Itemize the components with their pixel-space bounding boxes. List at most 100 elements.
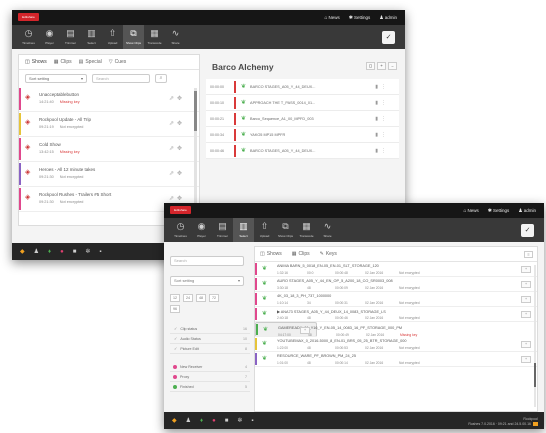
move-icon[interactable]: ✥ bbox=[177, 171, 185, 177]
tab-shows[interactable]: ◫ Shows bbox=[25, 59, 47, 65]
bin-clip-row[interactable]: 00:00:34 ❦ YAKO5 MP15 MPFR ▮⋮ bbox=[206, 127, 399, 143]
clip-row[interactable]: ❦ ANIMA BARN_5_0018_EN-05_EN-01_SLT_STORA… bbox=[255, 262, 537, 277]
top-link-news[interactable]: ⌂News bbox=[324, 15, 339, 21]
filter-item[interactable]: New Receiver 4 bbox=[170, 362, 250, 372]
toolbar-upload-button[interactable]: ⇧ Upload bbox=[102, 25, 123, 49]
toolbar-timelines-button[interactable]: ◷ Timelines bbox=[18, 25, 39, 49]
timeline-item[interactable]: ◈ Heroes - All 12 minute takes 09:21:30 Not… bbox=[19, 162, 199, 187]
search-icon[interactable]: ⌕ bbox=[155, 74, 167, 83]
clip-row[interactable]: ❦ RESOURCE_WARE_PF_BROWN_PM_24_25 1:01:00 4… bbox=[255, 352, 537, 367]
top-link-news[interactable]: ⌂News bbox=[463, 208, 478, 214]
share-icon[interactable]: ⇗ bbox=[169, 96, 177, 102]
add-clip-button[interactable]: + bbox=[521, 296, 531, 303]
move-icon[interactable]: ✥ bbox=[177, 96, 185, 102]
folder-icon[interactable]: ◆ bbox=[20, 249, 25, 255]
clip-row[interactable]: ❦ GAMEREADY_01_Y16_Y_EN-05_14_0083_16_PF_… bbox=[255, 322, 417, 337]
top-link-settings[interactable]: ✱Settings bbox=[349, 15, 370, 21]
page-size-chip[interactable]: 72 bbox=[209, 294, 219, 302]
tab-shows[interactable]: ◫ Shows bbox=[260, 251, 282, 257]
toolbar-upload-button[interactable]: ⇧ Upload bbox=[254, 218, 275, 242]
toolbar-trimmer-button[interactable]: ▤ Trimmer bbox=[60, 25, 81, 49]
tab-special[interactable]: ▤ Special bbox=[79, 59, 102, 65]
bin-action-button[interactable]: ◻ bbox=[366, 62, 375, 70]
toolbar-share-button[interactable]: ∿ Share bbox=[317, 218, 338, 242]
page-size-chip[interactable]: 48 bbox=[196, 294, 206, 302]
list-view-icon[interactable]: ≡ bbox=[524, 251, 533, 258]
share-icon[interactable]: ⇗ bbox=[169, 171, 177, 177]
sort-select[interactable]: Sort setting ▾ bbox=[170, 276, 244, 286]
square-icon[interactable]: ■ bbox=[225, 418, 229, 424]
search-input[interactable]: Search bbox=[92, 74, 150, 83]
add-clip-button[interactable]: + bbox=[521, 281, 531, 288]
search-input[interactable]: Search bbox=[170, 256, 244, 266]
add-clip-button[interactable]: + bbox=[521, 341, 531, 348]
more-icon[interactable]: ⋮ bbox=[381, 148, 389, 154]
brand-logo[interactable]: Editshare bbox=[18, 13, 39, 21]
add-clip-button[interactable]: + bbox=[521, 311, 531, 318]
move-icon[interactable]: ✥ bbox=[177, 121, 185, 127]
top-link-settings[interactable]: ✱Settings bbox=[488, 208, 509, 214]
marker-icon[interactable]: ♦ bbox=[48, 249, 51, 255]
tab-clips[interactable]: ▦ Clips bbox=[292, 251, 310, 257]
page-size-chip[interactable]: 96 bbox=[170, 305, 180, 313]
record-icon[interactable]: ● bbox=[60, 249, 64, 255]
timeline-item[interactable]: ◈ Unacceptablebutton 14:21:40 Missing key ⇗✥ bbox=[19, 87, 199, 112]
bin-clip-row[interactable]: 00:00:00 ❦ BARCO STAGES_A05_Y_44_DEUX... ▮⋮ bbox=[206, 79, 399, 95]
scrollbar-thumb[interactable] bbox=[194, 91, 197, 131]
gear-icon[interactable]: ✲ bbox=[85, 249, 90, 255]
toolbar-show-clips-button[interactable]: ⧉ Show Clips bbox=[123, 25, 144, 49]
filter-item[interactable]: ✓ Clip status 16 bbox=[170, 324, 250, 334]
grid-icon[interactable]: ▪ bbox=[251, 418, 253, 424]
top-link-admin[interactable]: ♟admin bbox=[518, 208, 536, 214]
bin-action-button[interactable]: – bbox=[388, 62, 397, 70]
filter-item[interactable]: ✓ Audio Status 10 bbox=[170, 334, 250, 344]
tab-clips[interactable]: ▦ Clips bbox=[54, 59, 72, 65]
move-icon[interactable]: ✥ bbox=[177, 196, 185, 202]
filter-item[interactable]: ✓ Picture Edit 8 bbox=[170, 344, 250, 354]
grid-icon[interactable]: ▪ bbox=[99, 249, 101, 255]
wrench-icon[interactable]: ✓ bbox=[382, 31, 395, 44]
move-icon[interactable]: ✥ bbox=[177, 146, 185, 152]
bin-clip-row[interactable]: 00:00:21 ❦ Barco_Sequence_A1_00_MPFD_003 ▮⋮ bbox=[206, 111, 399, 127]
scrollbar[interactable] bbox=[534, 265, 536, 407]
toolbar-select-button[interactable]: ▥ Select bbox=[81, 25, 102, 49]
bin-clip-row[interactable]: 00:00:10 ❦ APPROACH THE T_PASS_0014_01... ▮… bbox=[206, 95, 399, 111]
page-size-chip[interactable]: 24 bbox=[183, 294, 193, 302]
tab-cues[interactable]: ▽ Cues bbox=[109, 59, 127, 65]
gear-icon[interactable]: ✲ bbox=[237, 418, 242, 424]
clip-row[interactable]: ❦ 4K_03_18_3_PH_737_1000000 1:10:14 34 00:00… bbox=[255, 292, 537, 307]
clip-row[interactable]: ❦ YOUTUBEMAX_0_2016-5000_8_EN-01_BRS_05_2… bbox=[255, 337, 537, 352]
toolbar-timelines-button[interactable]: ◷ Timelines bbox=[170, 218, 191, 242]
add-clip-button[interactable]: + bbox=[521, 356, 531, 363]
tab-keys[interactable]: ✎ Keys bbox=[320, 251, 337, 257]
marker-icon[interactable]: ♦ bbox=[200, 418, 203, 424]
share-icon[interactable]: ⇗ bbox=[169, 196, 177, 202]
person-icon[interactable]: ♟ bbox=[186, 418, 191, 424]
add-clip-button[interactable]: + bbox=[521, 266, 531, 273]
filter-item[interactable]: Finished 5 bbox=[170, 382, 250, 392]
toolbar-player-button[interactable]: ◉ Player bbox=[191, 218, 212, 242]
toolbar-share-button[interactable]: ∿ Share bbox=[165, 25, 186, 49]
toolbar-transcode-button[interactable]: ▦ Transcode bbox=[296, 218, 317, 242]
brand-logo[interactable]: Editshare bbox=[170, 206, 191, 214]
page-size-chip[interactable]: 12 bbox=[170, 294, 180, 302]
toolbar-player-button[interactable]: ◉ Player bbox=[39, 25, 60, 49]
toolbar-show-clips-button[interactable]: ⧉ Show Clips bbox=[275, 218, 296, 242]
more-icon[interactable]: ⋮ bbox=[381, 100, 389, 106]
sort-select[interactable]: Sort setting ▾ bbox=[25, 74, 87, 83]
add-clip-button[interactable]: + bbox=[300, 327, 310, 334]
record-icon[interactable]: ● bbox=[212, 418, 216, 424]
clip-row[interactable]: ❦ ▶ ANA73 STAGES_A05_Y_44_DEUX_14_0083_ST… bbox=[255, 307, 537, 322]
share-icon[interactable]: ⇗ bbox=[169, 146, 177, 152]
folder-icon[interactable]: ◆ bbox=[172, 418, 177, 424]
toolbar-select-button[interactable]: ▥ Select bbox=[233, 218, 254, 242]
more-icon[interactable]: ⋮ bbox=[381, 84, 389, 90]
timeline-item[interactable]: ◈ Cold Show 13:42:15 Missing key ⇗✥ bbox=[19, 137, 199, 162]
more-icon[interactable]: ⋮ bbox=[381, 116, 389, 122]
toolbar-transcode-button[interactable]: ▦ Transcode bbox=[144, 25, 165, 49]
toolbar-trimmer-button[interactable]: ▤ Trimmer bbox=[212, 218, 233, 242]
wrench-icon[interactable]: ✓ bbox=[521, 224, 534, 237]
filter-item[interactable]: Proxy 7 bbox=[170, 372, 250, 382]
person-icon[interactable]: ♟ bbox=[34, 249, 39, 255]
bin-clip-row[interactable]: 00:00:46 ❦ BARCO STAGES_A05_Y_44_DEUX... ▮⋮ bbox=[206, 143, 399, 159]
